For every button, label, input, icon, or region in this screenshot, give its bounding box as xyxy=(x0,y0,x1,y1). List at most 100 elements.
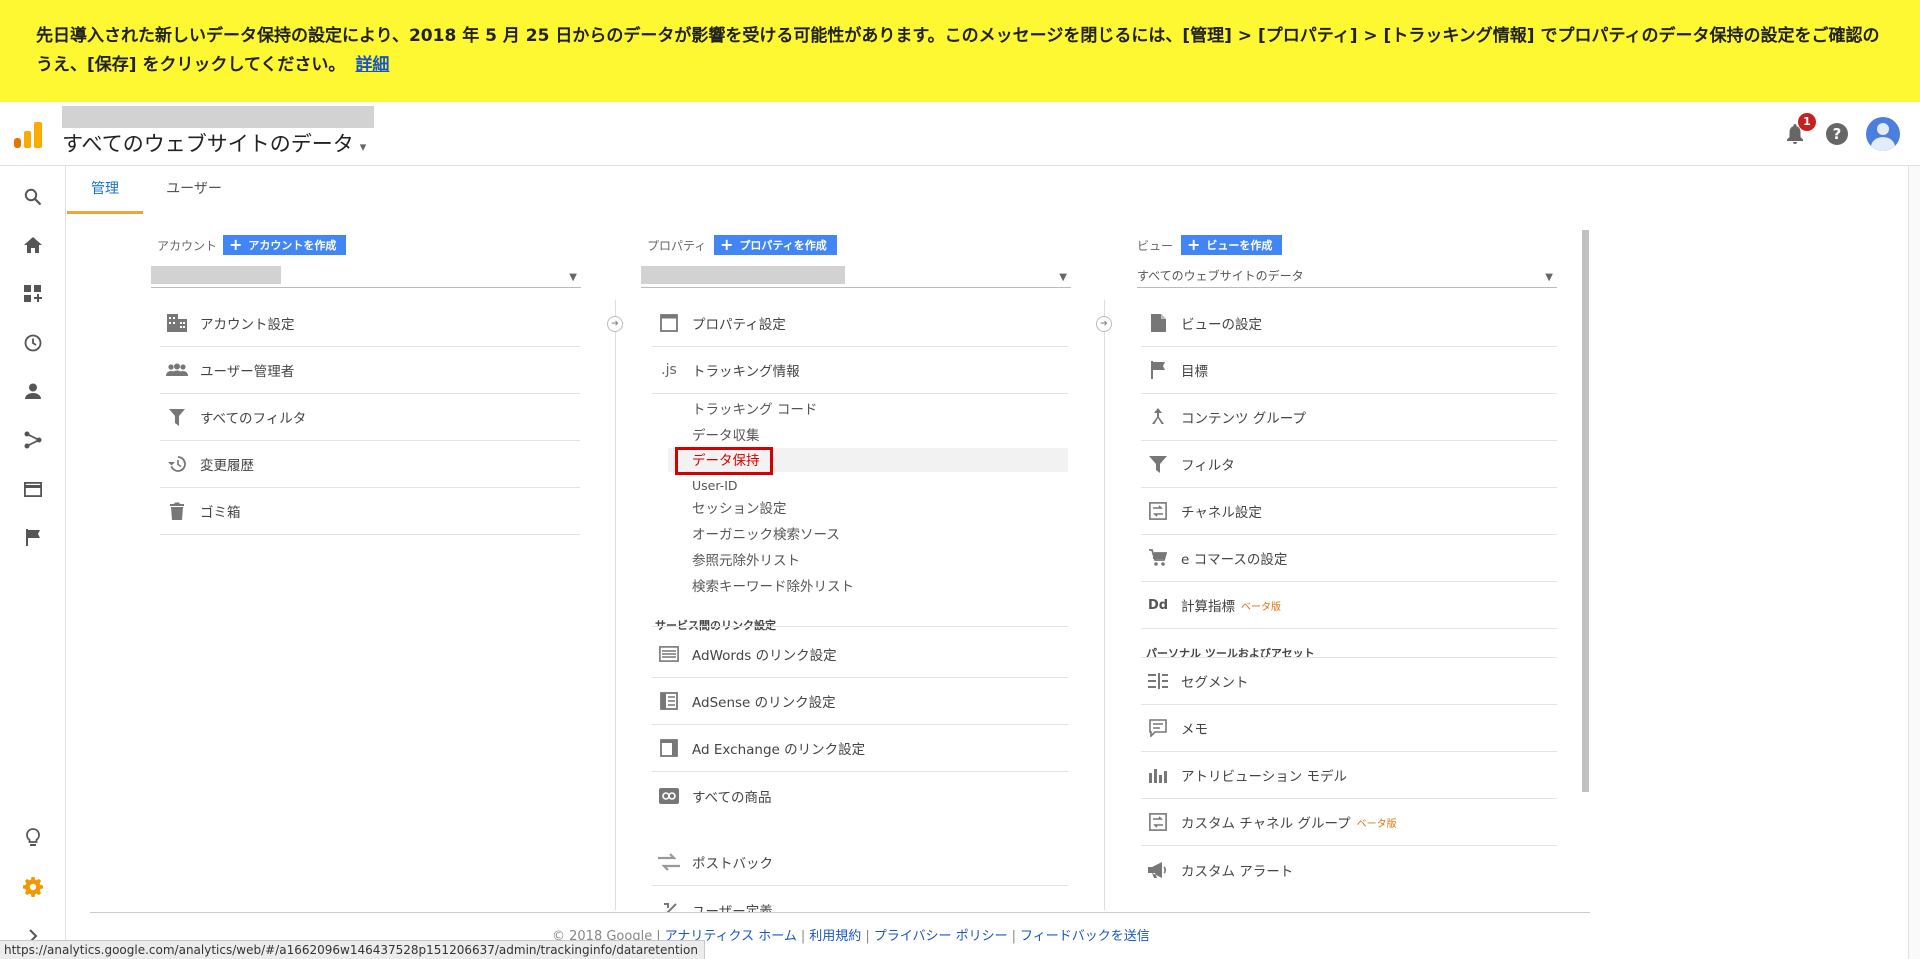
conversions-flag-icon[interactable] xyxy=(19,523,47,551)
footer-divider xyxy=(90,912,1590,913)
calculated-metrics-icon: Dd xyxy=(1147,597,1169,613)
menu-label: 計算指標 xyxy=(1181,599,1235,615)
behavior-icon[interactable] xyxy=(19,475,47,503)
shopping-cart-icon xyxy=(1147,547,1169,569)
menu-property-settings[interactable]: プロパティ設定 xyxy=(652,300,1068,347)
panel-scrollbar-thumb[interactable] xyxy=(1582,230,1589,792)
footer-link-feedback[interactable]: フィードバックを送信 xyxy=(1020,929,1150,944)
data-retention-callout-box xyxy=(675,447,773,475)
property-layout-icon xyxy=(658,312,680,334)
menu-attribution-models[interactable]: アトリビューション モデル xyxy=(1141,752,1557,799)
home-icon[interactable] xyxy=(19,231,47,259)
filter-icon xyxy=(1147,453,1169,475)
property-selector[interactable]: ▼ xyxy=(641,266,1071,288)
acquisition-icon[interactable] xyxy=(19,426,47,454)
menu-all-filters[interactable]: すべてのフィルタ xyxy=(160,394,580,441)
footer-separator: | xyxy=(800,929,806,944)
menu-calculated-metrics[interactable]: Dd 計算指標 ベータ版 xyxy=(1141,582,1557,629)
content-grouping-icon xyxy=(1147,406,1169,428)
view-selector[interactable]: すべてのウェブサイトのデータ ▾ xyxy=(62,128,366,158)
create-view-button[interactable]: + ビューを作成 xyxy=(1181,235,1283,255)
menu-goals[interactable]: 目標 xyxy=(1141,347,1557,394)
plus-icon: + xyxy=(720,235,734,254)
analytics-logo-icon[interactable] xyxy=(14,122,42,148)
menu-view-settings[interactable]: ビューの設定 xyxy=(1141,300,1557,347)
menu-label: ゴミ箱 xyxy=(200,505,241,521)
create-account-button[interactable]: + アカウントを作成 xyxy=(223,235,347,255)
menu-label: ビューの設定 xyxy=(1181,317,1262,333)
menu-label: フィルタ xyxy=(1181,458,1235,474)
audience-person-icon[interactable] xyxy=(19,377,47,405)
menu-channel-settings[interactable]: チャネル設定 xyxy=(1141,488,1557,535)
menu-custom-alerts[interactable]: カスタム アラート xyxy=(1141,846,1557,893)
filter-icon xyxy=(166,406,188,428)
footer-link-privacy[interactable]: プライバシー ポリシー xyxy=(874,929,1008,944)
tab-users[interactable]: ユーザー xyxy=(153,166,235,214)
submenu-organic-search-sources[interactable]: オーガニック検索ソース xyxy=(692,524,840,546)
lightbulb-icon[interactable] xyxy=(19,824,47,852)
view-column-heading: ビュー xyxy=(1137,239,1174,253)
menu-label: すべての商品 xyxy=(692,789,772,806)
menu-annotations[interactable]: メモ xyxy=(1141,705,1557,752)
customization-icon[interactable] xyxy=(19,280,47,308)
search-icon[interactable] xyxy=(19,183,47,211)
menu-postbacks[interactable]: ポストバック xyxy=(652,839,1068,886)
menu-label: e コマースの設定 xyxy=(1181,552,1288,568)
retention-warning-banner: 先日導入された新しいデータ保持の設定により、2018 年 5 月 25 日からの… xyxy=(0,0,1920,102)
footer-link-terms[interactable]: 利用規約 xyxy=(809,929,861,944)
banner-details-link[interactable]: 詳細 xyxy=(355,55,389,75)
megaphone-icon xyxy=(1147,859,1169,881)
menu-custom-definitions[interactable]: ユーザー定義 xyxy=(652,886,1068,912)
menu-view-filters[interactable]: フィルタ xyxy=(1141,441,1557,488)
submenu-session-settings[interactable]: セッション設定 xyxy=(692,498,787,520)
menu-ecommerce-settings[interactable]: e コマースの設定 xyxy=(1141,535,1557,582)
history-icon xyxy=(166,453,188,475)
custom-channel-icon xyxy=(1147,811,1169,833)
footer-separator: | xyxy=(1011,929,1016,944)
menu-content-grouping[interactable]: コンテンツ グループ xyxy=(1141,394,1557,441)
create-property-button[interactable]: + プロパティを作成 xyxy=(714,235,837,255)
notification-badge: 1 xyxy=(1798,113,1816,131)
submenu-user-id[interactable]: User-ID xyxy=(692,475,738,497)
submenu-search-term-exclusion[interactable]: 検索キーワード除外リスト xyxy=(692,576,854,598)
menu-account-settings[interactable]: アカウント設定 xyxy=(160,300,580,347)
admin-gear-icon[interactable] xyxy=(19,873,47,901)
account-selector[interactable]: ▼ xyxy=(151,266,581,288)
menu-custom-channel-grouping[interactable]: カスタム チャネル グループ ベータ版 xyxy=(1141,799,1557,846)
account-name-redacted xyxy=(62,106,374,128)
users-group-icon xyxy=(166,359,188,381)
menu-adexchange-linking[interactable]: Ad Exchange のリンク設定 xyxy=(652,725,1068,772)
menu-all-products[interactable]: すべての商品 xyxy=(652,772,1068,819)
page-scrollbar[interactable] xyxy=(1908,166,1920,959)
chevron-down-icon: ▼ xyxy=(1059,272,1067,283)
menu-change-history[interactable]: 変更履歴 xyxy=(160,441,580,488)
menu-tracking-info[interactable]: .js トラッキング情報 xyxy=(652,347,1068,394)
submenu-tracking-code[interactable]: トラッキング コード xyxy=(692,399,817,421)
custom-definitions-icon xyxy=(658,900,680,912)
chevron-down-icon: ▼ xyxy=(569,272,577,283)
create-view-label: ビューを作成 xyxy=(1206,239,1273,252)
account-column-heading: アカウント xyxy=(157,239,218,253)
menu-trash[interactable]: ゴミ箱 xyxy=(160,488,580,535)
segments-icon xyxy=(1147,670,1169,692)
create-property-label: プロパティを作成 xyxy=(739,239,827,252)
document-icon xyxy=(1147,312,1169,334)
menu-adsense-linking[interactable]: AdSense のリンク設定 xyxy=(652,678,1068,725)
avatar[interactable] xyxy=(1866,117,1900,151)
tab-admin[interactable]: 管理 xyxy=(67,166,143,214)
notifications-button[interactable]: 1 xyxy=(1782,113,1816,147)
view-title-text: すべてのウェブサイトのデータ xyxy=(62,132,354,156)
menu-label: ポストバック xyxy=(692,856,773,872)
submenu-referral-exclusion[interactable]: 参照元除外リスト xyxy=(692,550,800,572)
menu-segments[interactable]: セグメント xyxy=(1141,658,1557,705)
menu-label: メモ xyxy=(1181,722,1208,738)
menu-adwords-linking[interactable]: AdWords のリンク設定 xyxy=(652,631,1068,678)
property-name-redacted xyxy=(641,266,845,284)
menu-user-management[interactable]: ユーザー管理者 xyxy=(160,347,580,394)
menu-label: 目標 xyxy=(1181,364,1208,380)
view-dropdown[interactable]: すべてのウェブサイトのデータ ▼ xyxy=(1137,266,1557,288)
realtime-clock-icon[interactable] xyxy=(19,329,47,357)
submenu-data-collection[interactable]: データ収集 xyxy=(692,425,760,447)
help-icon[interactable]: ? xyxy=(1826,123,1848,145)
menu-label: アトリビューション モデル xyxy=(1181,769,1348,785)
